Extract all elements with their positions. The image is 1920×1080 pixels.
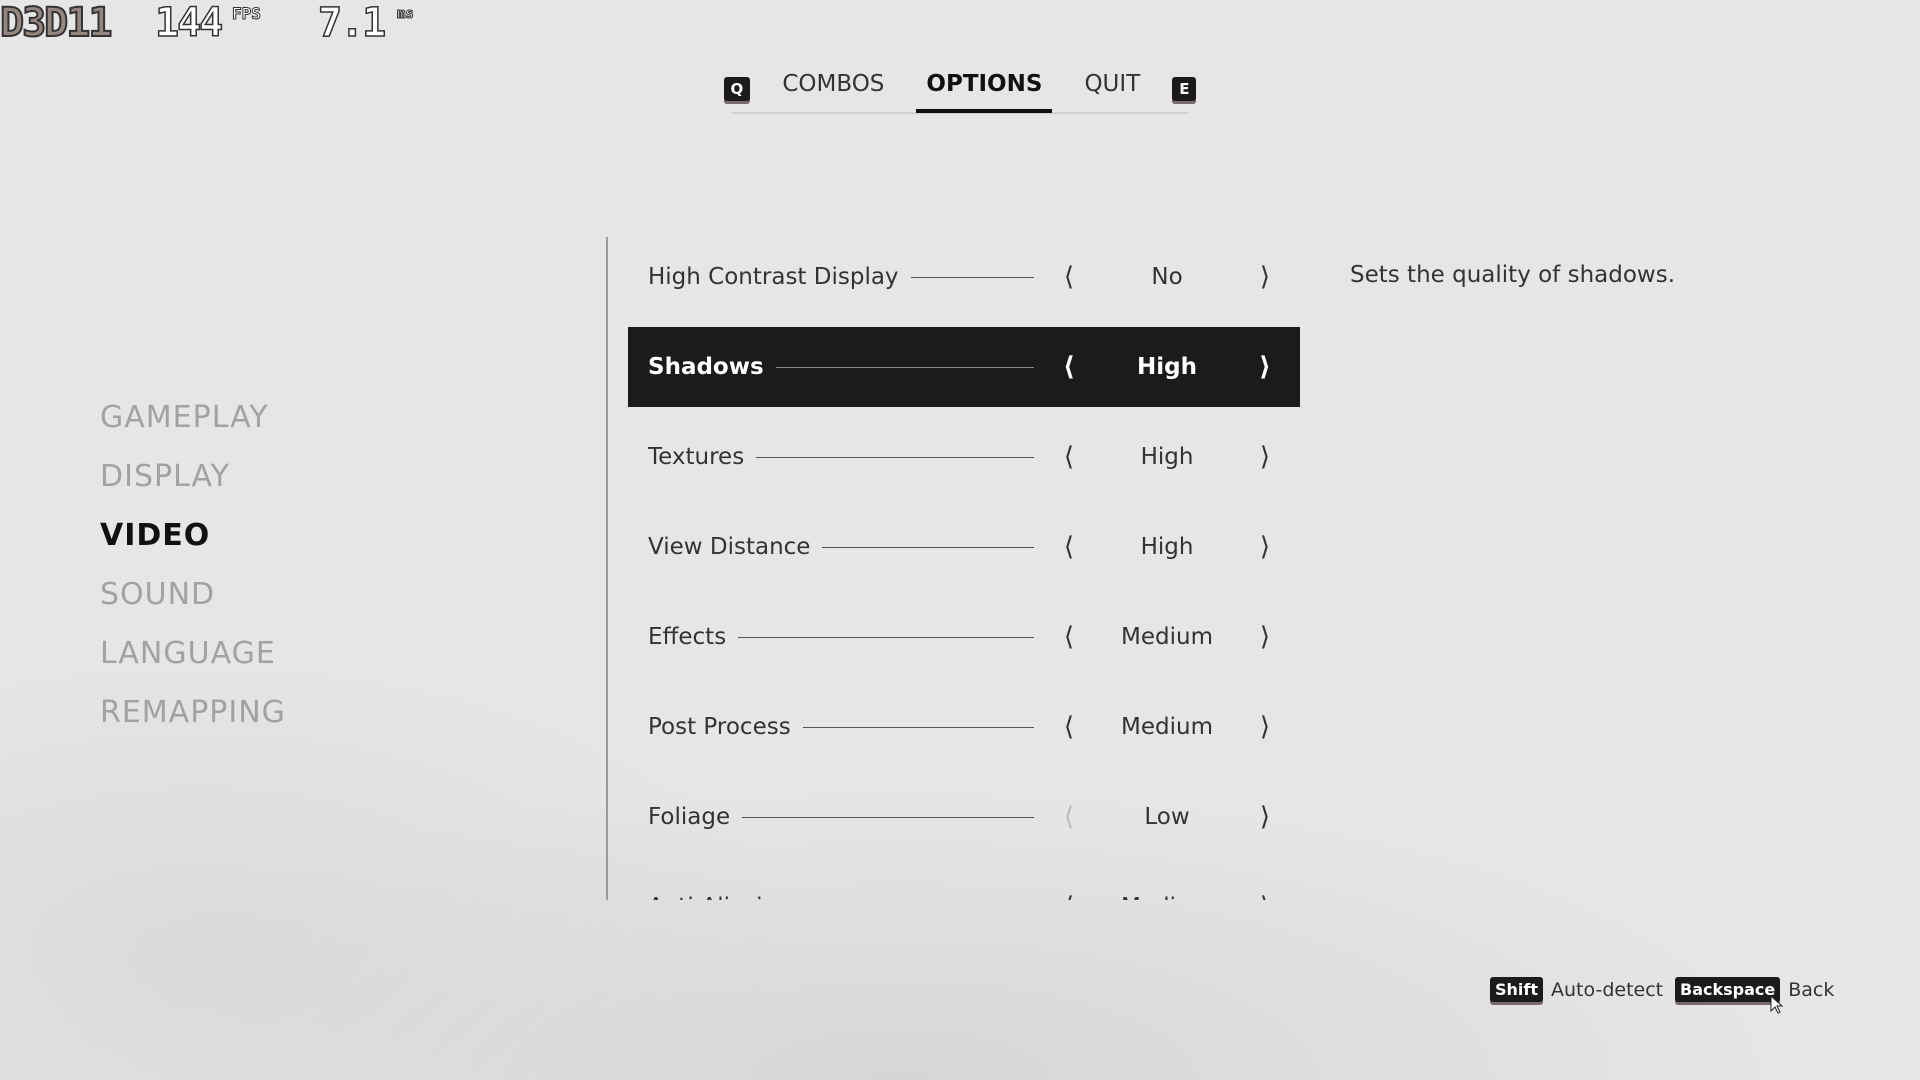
setting-value: Medium <box>1121 624 1213 650</box>
setting-row[interactable]: Shadows ⟨ High ⟩ <box>628 327 1300 407</box>
menu-item-video[interactable]: VIDEO <box>100 518 286 577</box>
menu-item-gameplay[interactable]: GAMEPLAY <box>100 400 286 459</box>
graphics-api-readout: D3D11 <box>0 0 113 47</box>
setting-value: Medium <box>1121 714 1213 740</box>
prev-tab-key[interactable]: Q <box>723 77 751 101</box>
setting-row[interactable]: Effects ⟨ Medium ⟩ <box>628 592 1300 682</box>
chevron-right-icon[interactable]: ⟩ <box>1250 442 1280 472</box>
next-tab-key[interactable]: E <box>1172 77 1197 101</box>
chevron-left-icon[interactable]: ⟨ <box>1054 262 1084 292</box>
backspace-key: Backspace <box>1675 977 1781 1002</box>
setting-description: Sets the quality of shadows. <box>1350 262 1676 288</box>
setting-row[interactable]: Anti-Aliasing ⟨ Medium ⟩ <box>628 862 1300 900</box>
fps-readout: 144 <box>154 0 224 47</box>
tab-options[interactable]: OPTIONS <box>916 65 1053 113</box>
settings-list[interactable]: High Contrast Display ⟨ No ⟩ Shadows ⟨ Hi… <box>628 232 1300 900</box>
menu-item-sound[interactable]: SOUND <box>100 577 286 636</box>
chevron-right-icon[interactable]: ⟩ <box>1250 892 1280 900</box>
chevron-left-icon[interactable]: ⟨ <box>1054 802 1084 832</box>
setting-row[interactable]: High Contrast Display ⟨ No ⟩ <box>628 232 1300 322</box>
menu-item-display[interactable]: DISPLAY <box>100 459 286 518</box>
leader-line <box>738 636 1034 638</box>
setting-label: Foliage <box>648 804 731 830</box>
hint-label: Auto-detect <box>1551 978 1664 1001</box>
chevron-right-icon[interactable]: ⟩ <box>1250 532 1280 562</box>
menu-item-language[interactable]: LANGUAGE <box>100 636 286 695</box>
leader-line <box>775 366 1034 368</box>
frametime-readout: 7.1 <box>317 0 387 47</box>
tab-quit[interactable]: QUIT <box>1074 65 1150 113</box>
setting-row[interactable]: Post Process ⟨ Medium ⟩ <box>628 682 1300 772</box>
setting-label: Post Process <box>648 714 791 740</box>
setting-row[interactable]: View Distance ⟨ High ⟩ <box>628 502 1300 592</box>
setting-label: View Distance <box>648 534 811 560</box>
leader-line <box>910 276 1034 278</box>
chevron-left-icon[interactable]: ⟨ <box>1054 622 1084 652</box>
options-category-menu: GAMEPLAY DISPLAY VIDEO SOUND LANGUAGE RE… <box>100 400 286 754</box>
frametime-unit: ms <box>397 6 415 23</box>
setting-label: Effects <box>648 624 727 650</box>
mouse-cursor-icon <box>1770 995 1784 1014</box>
setting-label: Shadows <box>648 354 764 380</box>
setting-value: High <box>1140 534 1194 560</box>
chevron-left-icon[interactable]: ⟨ <box>1054 442 1084 472</box>
shift-key: Shift <box>1490 977 1544 1002</box>
menu-item-remapping[interactable]: REMAPPING <box>100 695 286 754</box>
hint-label: Back <box>1788 978 1835 1001</box>
leader-line <box>822 546 1034 548</box>
leader-line <box>742 816 1034 818</box>
leader-line <box>802 726 1034 728</box>
setting-value: Medium <box>1084 894 1250 900</box>
leader-line <box>756 456 1034 458</box>
chevron-right-icon[interactable]: ⟩ <box>1250 622 1280 652</box>
setting-value: Low <box>1144 804 1190 830</box>
setting-label: High Contrast Display <box>648 264 899 290</box>
hint-back[interactable]: Backspace Back <box>1675 977 1834 1002</box>
setting-value: No <box>1151 264 1183 290</box>
hint-auto-detect[interactable]: Shift Auto-detect <box>1490 977 1663 1002</box>
chevron-right-icon[interactable]: ⟩ <box>1250 262 1280 292</box>
setting-value: High <box>1140 444 1194 470</box>
setting-row[interactable]: Foliage ⟨ Low ⟩ <box>628 772 1300 862</box>
tab-combos[interactable]: COMBOS <box>772 65 894 113</box>
chevron-left-icon[interactable]: ⟨ <box>1054 892 1084 900</box>
top-tabs: Q COMBOS OPTIONS QUIT E <box>723 65 1197 114</box>
chevron-left-icon[interactable]: ⟨ <box>1054 532 1084 562</box>
setting-label: Textures <box>648 444 745 470</box>
setting-label: Anti-Aliasing <box>648 894 792 900</box>
chevron-right-icon[interactable]: ⟩ <box>1250 802 1280 832</box>
chevron-left-icon[interactable]: ⟨ <box>1054 712 1084 742</box>
divider <box>606 237 608 900</box>
setting-value: High <box>1137 354 1197 380</box>
chevron-left-icon[interactable]: ⟨ <box>1054 352 1084 382</box>
setting-row[interactable]: Textures ⟨ High ⟩ <box>628 412 1300 502</box>
chevron-right-icon[interactable]: ⟩ <box>1250 352 1280 382</box>
chevron-right-icon[interactable]: ⟩ <box>1250 712 1280 742</box>
fps-unit: FPS <box>232 4 262 24</box>
